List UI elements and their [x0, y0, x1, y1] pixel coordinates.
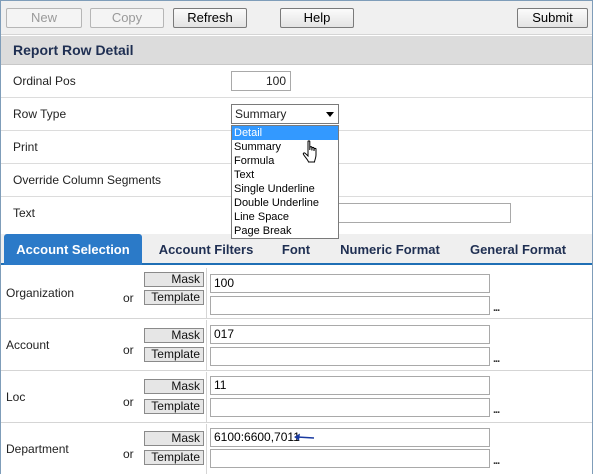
section-title: Report Row Detail: [1, 36, 592, 65]
organization-lookup-button[interactable]: ...: [493, 303, 500, 314]
organization-mask-input[interactable]: 100: [210, 274, 490, 293]
annotation-arrow-icon: [294, 433, 315, 441]
dropdown-option-text[interactable]: Text: [232, 168, 338, 182]
text-label: Text: [13, 206, 36, 220]
loc-mask-input[interactable]: 11: [210, 376, 490, 395]
account-template-input[interactable]: [210, 347, 490, 366]
or-label: or: [123, 395, 134, 409]
department-lookup-button[interactable]: ...: [493, 456, 500, 467]
override-column-segments-label: Override Column Segments: [13, 173, 162, 187]
chevron-down-icon[interactable]: [326, 112, 334, 117]
department-template-input[interactable]: [210, 449, 490, 468]
template-label: Template: [144, 450, 204, 465]
row-type-label: Row Type: [13, 107, 67, 121]
loc-lookup-button[interactable]: ...: [493, 405, 500, 416]
loc-template-input[interactable]: [210, 398, 490, 417]
organization-row: Organization or Mask Template 100 ...: [1, 268, 592, 319]
organization-template-input[interactable]: [210, 296, 490, 315]
mask-label: Mask: [144, 431, 204, 446]
dropdown-option-line-space[interactable]: Line Space: [232, 210, 338, 224]
divider: [206, 320, 207, 371]
row-type-selected-value: Summary: [235, 107, 287, 121]
dropdown-option-summary[interactable]: Summary: [232, 140, 338, 154]
ordinal-pos-input[interactable]: 100: [231, 71, 291, 91]
mask-label: Mask: [144, 328, 204, 343]
account-row: Account or Mask Template 017 ...: [1, 320, 592, 371]
segment-label: Department: [6, 442, 69, 456]
segment-label: Account: [6, 338, 50, 352]
dropdown-option-single-underline[interactable]: Single Underline: [232, 182, 338, 196]
mask-label: Mask: [144, 379, 204, 394]
print-label: Print: [13, 140, 38, 154]
new-button: New: [6, 8, 82, 28]
copy-button: Copy: [90, 8, 164, 28]
dropdown-option-double-underline[interactable]: Double Underline: [232, 196, 338, 210]
divider: [206, 268, 207, 319]
or-label: or: [123, 343, 134, 357]
account-lookup-button[interactable]: ...: [493, 354, 500, 365]
tab-account-selection[interactable]: Account Selection: [4, 234, 142, 265]
department-mask-value: 6100:6600,7011: [214, 430, 300, 444]
help-button[interactable]: Help: [280, 8, 354, 28]
report-row-detail-window: New Copy Refresh Help Submit Report Row …: [0, 0, 593, 474]
toolbar: New Copy Refresh Help Submit: [1, 1, 592, 35]
row-type-dropdown-list: Detail Summary Formula Text Single Under…: [231, 125, 339, 239]
template-label: Template: [144, 347, 204, 362]
hand-cursor-icon: [302, 140, 317, 163]
segment-label: Loc: [6, 390, 26, 404]
submit-button[interactable]: Submit: [517, 8, 588, 28]
tab-general-format[interactable]: General Format: [459, 234, 577, 265]
template-label: Template: [144, 399, 204, 414]
refresh-button[interactable]: Refresh: [173, 8, 247, 28]
template-label: Template: [144, 290, 204, 305]
account-mask-input[interactable]: 017: [210, 325, 490, 344]
ordinal-pos-row: Ordinal Pos 100: [1, 65, 592, 98]
or-label: or: [123, 291, 134, 305]
mask-label: Mask: [144, 272, 204, 287]
or-label: or: [123, 447, 134, 461]
dropdown-option-detail[interactable]: Detail: [232, 126, 338, 140]
divider: [206, 424, 207, 474]
dropdown-option-formula[interactable]: Formula: [232, 154, 338, 168]
divider: [206, 372, 207, 423]
row-type-select[interactable]: Summary: [231, 104, 339, 124]
segment-label: Organization: [6, 286, 75, 300]
ordinal-pos-label: Ordinal Pos: [13, 74, 76, 88]
department-row: Department or Mask Template 6100:6600,70…: [1, 424, 592, 474]
tab-numeric-format[interactable]: Numeric Format: [329, 234, 451, 265]
department-mask-input[interactable]: 6100:6600,7011: [210, 428, 490, 447]
dropdown-option-page-break[interactable]: Page Break: [232, 224, 338, 238]
loc-row: Loc or Mask Template 11 ...: [1, 372, 592, 423]
